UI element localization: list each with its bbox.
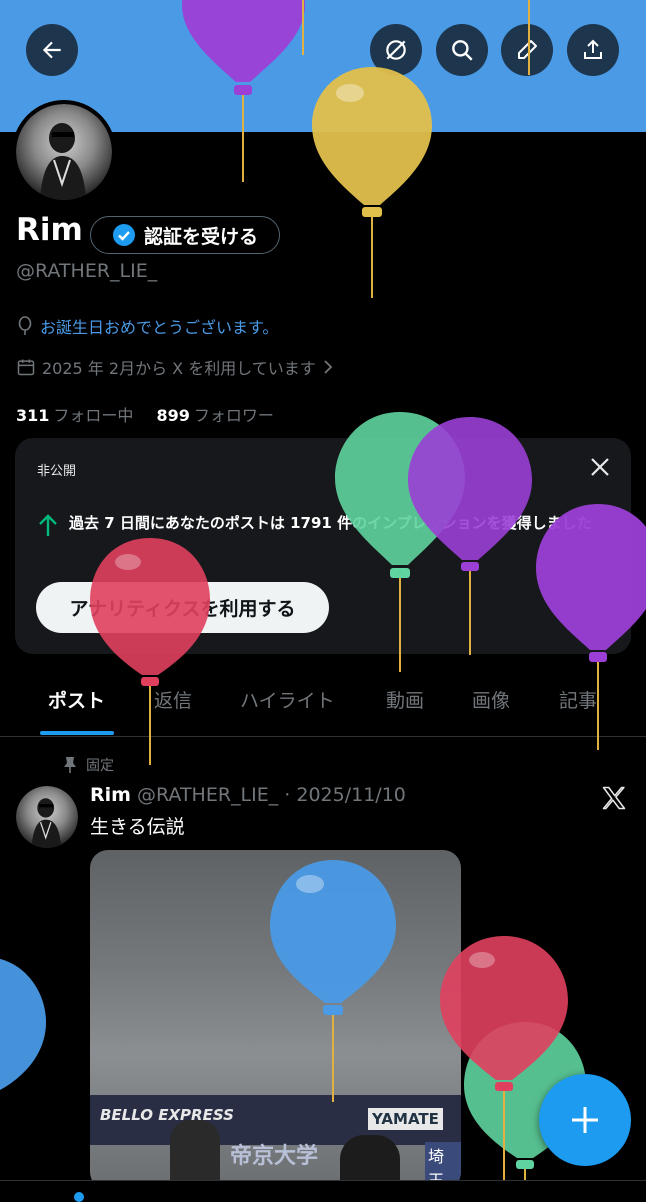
post-author-handle[interactable]: @RATHER_LIE_ [137,784,278,806]
balloon-icon [18,316,32,335]
get-verified-button[interactable]: 認証を受ける [90,216,280,254]
avatar-photo-small [31,798,62,848]
followers-count: 899 [156,406,190,425]
x-logo-icon [600,784,628,816]
share-button[interactable] [567,24,619,76]
compose-button[interactable] [539,1074,631,1166]
birthday-text[interactable]: お誕生日おめでとうございます。 [40,314,278,338]
balloon-icon [0,959,46,1090]
grok-button[interactable] [370,24,422,76]
media-sign: YAMATE [368,1108,443,1130]
notification-dot [74,1192,84,1202]
followers-label: フォロワー [193,406,274,425]
tab-articles[interactable]: 記事 [559,686,597,713]
pinned-indicator: 固定 [62,755,114,775]
birthday-line: お誕生日おめでとうございます。 [16,314,278,338]
profile-tabs: ポスト 返信 ハイライト 動画 画像 記事 [0,672,646,737]
pin-icon [64,757,76,773]
profile-name: Rim [16,212,83,248]
analytics-card: 非公開 過去 7 日間にあなたのポストは 1791 件のインプレッションを獲得し… [15,438,631,654]
use-analytics-button[interactable]: アナリティクスを利用する [36,582,329,633]
profile-avatar[interactable] [12,100,116,204]
following-link[interactable]: 311 フォロー中 [16,406,133,425]
arrow-left-icon [42,41,61,59]
media-sign: 帝京大学 [230,1144,319,1169]
media-sign: BELLO EXPRESS [100,1106,234,1124]
search-button[interactable] [436,24,488,76]
tab-posts[interactable]: ポスト [48,686,105,713]
active-tab-indicator [40,731,114,735]
impressions-text: 過去 7 日間にあなたのポストは 1791 件のインプレッションを獲得しました [69,514,592,532]
pinned-label: 固定 [86,758,114,774]
bottom-nav [0,1180,646,1201]
following-count: 311 [16,406,50,425]
tab-videos[interactable]: 動画 [386,686,424,713]
follow-counts: 311 フォロー中 899 フォロワー [16,402,274,426]
tab-images[interactable]: 画像 [472,686,510,713]
impressions-message: 過去 7 日間にあなたのポストは 1791 件のインプレッションを獲得しました [37,512,617,538]
close-icon [591,458,609,476]
verified-badge-icon [112,224,135,246]
calendar-icon [17,359,35,376]
post-text: 生きる伝説 [90,816,185,838]
get-verified-label: 認証を受ける [143,225,258,248]
post-author-name[interactable]: Rim [90,784,131,806]
edit-button[interactable] [501,24,553,76]
close-card-button[interactable] [589,456,611,482]
plus-icon [572,1107,598,1133]
followers-link[interactable]: 899 フォロワー [157,406,274,425]
back-button[interactable] [26,24,78,76]
private-label: 非公開 [37,464,77,479]
avatar-photo [40,123,86,200]
arrow-up-icon [39,514,57,536]
tab-replies[interactable]: 返信 [154,686,192,713]
post-media-image[interactable]: BELLO EXPRESS YAMATE 帝京大学 埼玉り [90,850,461,1190]
share-icon [584,39,602,59]
grok-icon [386,40,406,60]
joined-line[interactable]: 2025 年 2月から X を利用しています [16,355,334,379]
joined-text: 2025 年 2月から X を利用しています [42,359,316,378]
post-date[interactable]: · 2025/11/10 [284,784,406,806]
pencil-icon [518,40,537,59]
tab-highlights[interactable]: ハイライト [240,686,335,713]
search-icon [452,40,473,61]
post-author-avatar[interactable] [16,786,78,848]
chevron-right-icon [324,360,333,374]
following-label: フォロー中 [53,406,134,425]
post-header: Rim @RATHER_LIE_ · 2025/11/10 [90,784,406,806]
profile-handle: @RATHER_LIE_ [16,260,158,282]
